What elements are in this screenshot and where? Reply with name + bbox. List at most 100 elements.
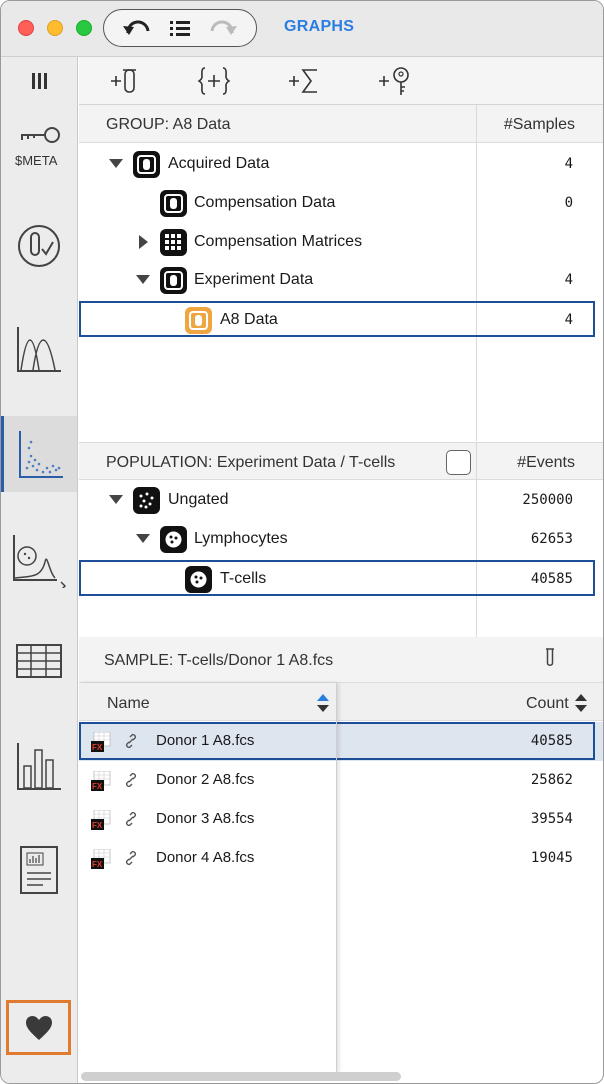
- layout-report-icon[interactable]: [1, 841, 77, 899]
- group-label: A8 Data: [220, 311, 278, 328]
- undo-redo-group: [103, 9, 257, 47]
- sample-row[interactable]: FX Donor 1 A8.fcs 40585: [79, 722, 603, 761]
- group-count: 0: [564, 195, 573, 211]
- group-count: 4: [564, 156, 573, 172]
- sort-active-icon[interactable]: [316, 693, 330, 713]
- link-icon: [123, 850, 139, 866]
- svg-text:FX: FX: [92, 860, 103, 869]
- disclosure-expanded-icon[interactable]: [136, 275, 150, 284]
- disclosure-expanded-icon[interactable]: [136, 534, 150, 543]
- group-row-a8-data[interactable]: A8 Data 4: [79, 301, 603, 340]
- add-sample-icon[interactable]: [109, 65, 141, 97]
- zoom-window-button[interactable]: [76, 20, 92, 36]
- population-row-ungated[interactable]: Ungated 250000: [79, 481, 603, 520]
- sample-title: SAMPLE: T-cells/Donor 1 A8.fcs: [104, 652, 334, 669]
- sample-count: 39554: [530, 811, 573, 827]
- fcs-file-icon: FX: [91, 848, 111, 869]
- horizontal-scrollbar[interactable]: [81, 1072, 401, 1081]
- population-title: POPULATION: Experiment Data / T-cells: [106, 454, 396, 471]
- favorites-heart-button[interactable]: [6, 1000, 71, 1055]
- group-title: GROUP: A8 Data: [106, 116, 231, 133]
- group-label: Compensation Matrices: [194, 233, 363, 250]
- test-tube-check-icon[interactable]: [1, 221, 77, 271]
- redo-icon[interactable]: [208, 17, 237, 39]
- population-label: Lymphocytes: [194, 530, 288, 547]
- link-icon: [123, 733, 139, 749]
- sidebar: $META: [1, 57, 78, 1083]
- selected-group-icon: [185, 307, 212, 334]
- sample-column-headers: Name Count: [79, 683, 603, 721]
- link-icon: [123, 811, 139, 827]
- group-row-compensation-data[interactable]: Compensation Data 0: [79, 184, 603, 223]
- add-statistic-icon[interactable]: [287, 65, 319, 97]
- samples-column-header[interactable]: #Samples: [504, 116, 575, 134]
- selection-outline: [79, 560, 595, 596]
- fcs-file-icon: FX: [91, 731, 111, 752]
- sample-row[interactable]: FX Donor 2 A8.fcs 25862: [79, 761, 603, 800]
- sample-name: Donor 1 A8.fcs: [156, 732, 255, 749]
- app-window: GRAPHS $META GROUP: A8 Data #Samples Acq…: [0, 0, 604, 1084]
- name-column-header[interactable]: Name: [107, 695, 150, 713]
- selection-outline: [79, 301, 595, 337]
- group-icon: [160, 190, 187, 217]
- gate-histogram-icon[interactable]: [1, 527, 77, 593]
- group-icon: [160, 267, 187, 294]
- population-count: 250000: [522, 492, 573, 508]
- minimize-window-button[interactable]: [47, 20, 63, 36]
- list-icon[interactable]: [168, 17, 194, 39]
- group-count: 4: [564, 272, 573, 288]
- sample-name: Donor 4 A8.fcs: [156, 849, 255, 866]
- group-label: Acquired Data: [168, 155, 270, 172]
- disclosure-expanded-icon[interactable]: [109, 495, 123, 504]
- sidebar-item-graphs[interactable]: [1, 416, 77, 492]
- count-column-header[interactable]: Count: [526, 695, 569, 713]
- sample-row[interactable]: FX Donor 3 A8.fcs 39554: [79, 800, 603, 839]
- undo-icon[interactable]: [122, 17, 150, 39]
- group-row-compensation-matrices[interactable]: Compensation Matrices: [79, 223, 603, 262]
- heart-icon: [25, 1015, 52, 1040]
- disclosure-collapsed-icon[interactable]: [139, 235, 148, 249]
- add-keyword-icon[interactable]: [377, 65, 409, 97]
- close-window-button[interactable]: [18, 20, 34, 36]
- table-icon[interactable]: [1, 637, 77, 685]
- fcs-file-icon: FX: [91, 770, 111, 791]
- fcs-file-icon: FX: [91, 809, 111, 830]
- population-checkbox[interactable]: [446, 450, 471, 475]
- group-panel-header: GROUP: A8 Data #Samples: [79, 105, 603, 143]
- add-group-icon[interactable]: [197, 65, 231, 97]
- meta-label: $META: [15, 153, 58, 168]
- events-column-header[interactable]: #Events: [517, 454, 575, 472]
- group-row-acquired-data[interactable]: Acquired Data 4: [79, 145, 603, 184]
- title-bar: GRAPHS: [1, 1, 603, 57]
- sample-row[interactable]: FX Donor 4 A8.fcs 19045: [79, 839, 603, 878]
- population-row-t-cells[interactable]: T-cells 40585: [79, 560, 603, 599]
- group-icon: [133, 151, 160, 178]
- sample-count: 19045: [530, 850, 573, 866]
- group-count: 4: [564, 312, 573, 328]
- sample-count: 25862: [530, 772, 573, 788]
- test-tube-icon[interactable]: [543, 647, 557, 669]
- group-label: Compensation Data: [194, 194, 336, 211]
- population-count: 62653: [530, 531, 573, 547]
- histogram-icon[interactable]: [1, 319, 77, 379]
- svg-text:FX: FX: [92, 821, 103, 830]
- svg-text:FX: FX: [92, 782, 103, 791]
- sidebar-menu-icon[interactable]: [1, 61, 77, 101]
- scatter-plot-icon: [18, 431, 63, 478]
- group-row-experiment-data[interactable]: Experiment Data 4: [79, 261, 603, 300]
- gate-population-icon: [160, 526, 187, 553]
- matrix-grid-icon: [160, 229, 187, 256]
- population-label: Ungated: [168, 491, 229, 508]
- link-icon: [123, 772, 139, 788]
- population-count: 40585: [530, 571, 573, 587]
- svg-text:FX: FX: [92, 743, 103, 752]
- population-row-lymphocytes[interactable]: Lymphocytes 62653: [79, 520, 603, 559]
- gate-population-icon: [185, 566, 212, 593]
- sample-count: 40585: [530, 733, 573, 749]
- keyword-key-icon[interactable]: [1, 117, 77, 153]
- graphs-title[interactable]: GRAPHS: [284, 18, 354, 36]
- disclosure-expanded-icon[interactable]: [109, 159, 123, 168]
- bar-chart-icon[interactable]: [1, 735, 77, 797]
- sort-icon[interactable]: [574, 693, 588, 713]
- ungated-dots-icon: [133, 487, 160, 514]
